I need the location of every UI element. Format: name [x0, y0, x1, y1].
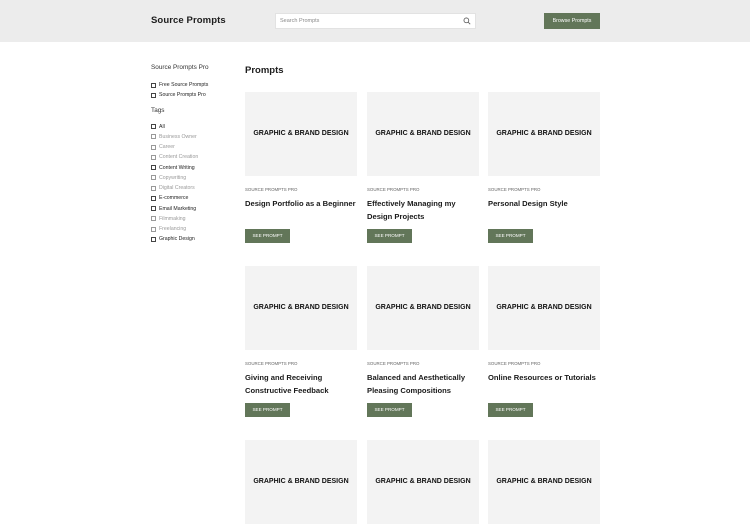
browse-prompts-button[interactable]: Browse Prompts	[544, 13, 600, 29]
card-thumbnail[interactable]: GRAPHIC & BRAND DESIGN	[245, 266, 357, 350]
card-thumbnail[interactable]: GRAPHIC & BRAND DESIGN	[367, 266, 479, 350]
filter-group-list: Free Source Prompts Source Prompts Pro	[151, 80, 241, 101]
tags-heading: Tags	[151, 106, 165, 114]
thumbnail-text: GRAPHIC & BRAND DESIGN	[375, 478, 471, 485]
checkbox[interactable]	[151, 165, 156, 171]
tag-option[interactable]: Business Owner	[151, 132, 241, 142]
thumbnail-text: GRAPHIC & BRAND DESIGN	[496, 130, 592, 137]
checkbox[interactable]	[151, 82, 156, 88]
tag-option[interactable]: Career	[151, 142, 241, 152]
tag-label: Content Writing	[159, 164, 195, 171]
tag-option[interactable]: Email Marketing	[151, 204, 241, 214]
checkbox[interactable]	[151, 175, 156, 181]
card-thumbnail[interactable]: GRAPHIC & BRAND DESIGN	[245, 440, 357, 524]
card-thumbnail[interactable]: GRAPHIC & BRAND DESIGN	[367, 92, 479, 176]
page-title: Prompts	[245, 65, 284, 76]
see-prompt-button[interactable]: SEE PROMPT	[367, 403, 412, 417]
checkbox[interactable]	[151, 144, 156, 150]
tag-option[interactable]: Content Creation	[151, 152, 241, 162]
prompt-card[interactable]: GRAPHIC & BRAND DESIGN	[367, 440, 479, 524]
filter-option-pro[interactable]: Source Prompts Pro	[151, 90, 241, 100]
card-category: SOURCE PROMPTS PRO	[245, 187, 298, 192]
site-logo-text[interactable]: Source Prompts	[151, 15, 226, 26]
checkbox[interactable]	[151, 134, 156, 140]
tag-option[interactable]: Filmmaking	[151, 214, 241, 224]
tag-label: Business Owner	[159, 133, 197, 140]
see-prompt-button[interactable]: SEE PROMPT	[245, 229, 290, 243]
tag-option[interactable]: E-commerce	[151, 193, 241, 203]
prompt-card[interactable]: GRAPHIC & BRAND DESIGN	[488, 440, 600, 524]
checkbox[interactable]	[151, 124, 156, 130]
see-prompt-button[interactable]: SEE PROMPT	[245, 403, 290, 417]
checkbox[interactable]	[151, 206, 156, 212]
tag-option[interactable]: Content Writing	[151, 163, 241, 173]
card-category: SOURCE PROMPTS PRO	[367, 187, 420, 192]
tag-option[interactable]: Copywriting	[151, 173, 241, 183]
checkbox[interactable]	[151, 216, 156, 222]
card-thumbnail[interactable]: GRAPHIC & BRAND DESIGN	[488, 440, 600, 524]
prompt-card[interactable]: GRAPHIC & BRAND DESIGN	[245, 440, 357, 524]
thumbnail-text: GRAPHIC & BRAND DESIGN	[253, 130, 349, 137]
tag-label: Digital Creators	[159, 185, 195, 192]
thumbnail-text: GRAPHIC & BRAND DESIGN	[253, 304, 349, 311]
card-title[interactable]: Online Resources or Tutorials	[488, 372, 600, 402]
checkbox[interactable]	[151, 154, 156, 160]
filter-label: Source Prompts Pro	[159, 92, 206, 99]
tag-option[interactable]: All	[151, 122, 241, 132]
tag-label: Copywriting	[159, 174, 187, 181]
prompt-card[interactable]: GRAPHIC & BRAND DESIGN SOURCE PROMPTS PRO…	[488, 266, 600, 417]
card-title[interactable]: Giving and Receiving Constructive Feedba…	[245, 372, 357, 402]
prompt-card[interactable]: GRAPHIC & BRAND DESIGN SOURCE PROMPTS PRO…	[245, 266, 357, 417]
thumbnail-text: GRAPHIC & BRAND DESIGN	[496, 478, 592, 485]
tag-label: All	[159, 123, 165, 130]
thumbnail-text: GRAPHIC & BRAND DESIGN	[375, 304, 471, 311]
card-thumbnail[interactable]: GRAPHIC & BRAND DESIGN	[488, 266, 600, 350]
checkbox[interactable]	[151, 195, 156, 201]
card-thumbnail[interactable]: GRAPHIC & BRAND DESIGN	[367, 440, 479, 524]
tag-option[interactable]: Graphic Design	[151, 234, 241, 244]
card-title[interactable]: Personal Design Style	[488, 198, 600, 228]
thumbnail-text: GRAPHIC & BRAND DESIGN	[496, 304, 592, 311]
see-prompt-button[interactable]: SEE PROMPT	[488, 403, 533, 417]
filter-label: Free Source Prompts	[159, 82, 209, 89]
card-title[interactable]: Design Portfolio as a Beginner	[245, 198, 357, 228]
card-thumbnail[interactable]: GRAPHIC & BRAND DESIGN	[488, 92, 600, 176]
thumbnail-text: GRAPHIC & BRAND DESIGN	[253, 478, 349, 485]
see-prompt-button[interactable]: SEE PROMPT	[367, 229, 412, 243]
thumbnail-text: GRAPHIC & BRAND DESIGN	[375, 130, 471, 137]
filter-group-heading: Source Prompts Pro	[151, 64, 209, 71]
tag-label: Filmmaking	[159, 215, 186, 222]
prompt-card[interactable]: GRAPHIC & BRAND DESIGN SOURCE PROMPTS PRO…	[245, 92, 357, 243]
search-box[interactable]	[275, 13, 476, 29]
tag-label: E-commerce	[159, 195, 189, 202]
prompt-card[interactable]: GRAPHIC & BRAND DESIGN SOURCE PROMPTS PRO…	[488, 92, 600, 243]
tag-option[interactable]: Freelancing	[151, 224, 241, 234]
tag-label: Career	[159, 144, 175, 151]
card-thumbnail[interactable]: GRAPHIC & BRAND DESIGN	[245, 92, 357, 176]
tag-label: Freelancing	[159, 226, 187, 233]
card-title[interactable]: Effectively Managing my Design Projects	[367, 198, 479, 228]
top-header: Source Prompts Browse Prompts	[0, 0, 750, 42]
prompt-card[interactable]: GRAPHIC & BRAND DESIGN SOURCE PROMPTS PRO…	[367, 266, 479, 417]
tag-label: Content Creation	[159, 154, 199, 161]
card-category: SOURCE PROMPTS PRO	[488, 187, 541, 192]
card-title[interactable]: Balanced and Aesthetically Pleasing Comp…	[367, 372, 479, 402]
tag-label: Graphic Design	[159, 236, 195, 243]
tag-option[interactable]: Digital Creators	[151, 183, 241, 193]
search-input[interactable]	[276, 14, 461, 28]
card-category: SOURCE PROMPTS PRO	[367, 361, 420, 366]
checkbox[interactable]	[151, 236, 156, 242]
tag-list: All Business Owner Career Content Creation C…	[151, 122, 241, 245]
card-category: SOURCE PROMPTS PRO	[488, 361, 541, 366]
tag-label: Email Marketing	[159, 205, 197, 212]
checkbox[interactable]	[151, 226, 156, 232]
see-prompt-button[interactable]: SEE PROMPT	[488, 229, 533, 243]
card-category: SOURCE PROMPTS PRO	[245, 361, 298, 366]
filter-sidebar: Source Prompts Pro Free Source Prompts S…	[151, 64, 241, 245]
search-icon[interactable]	[463, 17, 471, 25]
checkbox[interactable]	[151, 185, 156, 191]
prompt-card[interactable]: GRAPHIC & BRAND DESIGN SOURCE PROMPTS PRO…	[367, 92, 479, 243]
filter-option-free[interactable]: Free Source Prompts	[151, 80, 241, 90]
checkbox[interactable]	[151, 92, 156, 98]
